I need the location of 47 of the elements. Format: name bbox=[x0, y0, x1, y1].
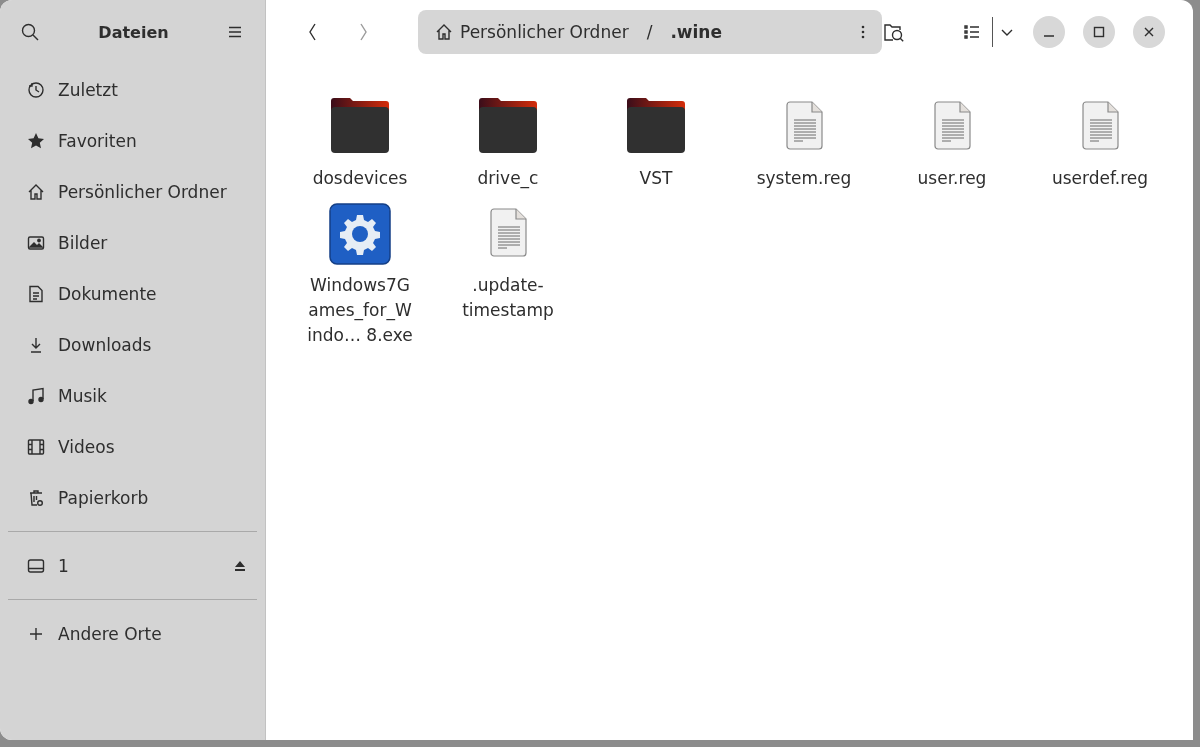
music-note-icon bbox=[26, 385, 46, 406]
file-name: drive_c bbox=[477, 167, 539, 191]
sidebar-item[interactable]: Favoriten bbox=[8, 115, 257, 166]
minimize-icon bbox=[1044, 35, 1054, 37]
file-name: .update- timestamp bbox=[462, 274, 554, 322]
sidebar-item[interactable]: Videos bbox=[8, 421, 257, 472]
close-button[interactable] bbox=[1133, 16, 1165, 48]
sidebar-item[interactable]: Bilder bbox=[8, 217, 257, 268]
sidebar-item[interactable]: Zuletzt bbox=[8, 64, 257, 115]
maximize-button[interactable] bbox=[1083, 16, 1115, 48]
other-locations-item[interactable]: Andere Orte bbox=[8, 608, 257, 659]
file-name: user.reg bbox=[917, 167, 987, 190]
path-segment[interactable]: Persönlicher Ordner bbox=[434, 22, 629, 42]
file-name: userdef.reg bbox=[1051, 167, 1149, 190]
document-icon bbox=[26, 283, 46, 304]
sidebar-item[interactable]: Persönlicher Ordner bbox=[8, 166, 257, 217]
file-name: dosdevices bbox=[312, 167, 408, 190]
file-name: system.reg bbox=[756, 167, 852, 190]
home-icon bbox=[434, 22, 454, 42]
path-segment[interactable]: .wine bbox=[670, 22, 722, 42]
file-name: Windows7G ames_for_W indo… 8.exe bbox=[307, 274, 413, 347]
list-view-icon[interactable] bbox=[962, 22, 982, 42]
sidebar-item[interactable]: Dokumente bbox=[8, 268, 257, 319]
file-item[interactable]: dosdevices bbox=[286, 94, 434, 191]
search-icon[interactable] bbox=[20, 22, 40, 42]
file-item[interactable]: VST bbox=[582, 94, 730, 191]
more-icon[interactable] bbox=[860, 24, 866, 40]
sidebar-item[interactable]: Papierkorb bbox=[8, 472, 257, 523]
file-item[interactable]: user.reg bbox=[878, 94, 1026, 191]
close-icon bbox=[1143, 26, 1155, 38]
sidebar-item[interactable]: Downloads bbox=[8, 319, 257, 370]
gear-icon bbox=[328, 201, 392, 265]
path-separator: / bbox=[646, 22, 653, 42]
sidebar-item[interactable]: Musik bbox=[8, 370, 257, 421]
film-icon bbox=[26, 436, 46, 457]
app-title: Dateien bbox=[98, 22, 169, 42]
file-item[interactable]: .update- timestamp bbox=[434, 201, 582, 348]
maximize-icon bbox=[1093, 26, 1105, 38]
file-item[interactable]: system.reg bbox=[730, 94, 878, 191]
menu-icon[interactable] bbox=[227, 24, 243, 40]
file-name: VST bbox=[639, 167, 673, 190]
path-bar[interactable]: Persönlicher Ordner / .wine bbox=[418, 10, 882, 54]
file-item[interactable]: Windows7G ames_for_W indo… 8.exe bbox=[286, 201, 434, 348]
clock-icon bbox=[26, 79, 46, 100]
sidebar-item[interactable]: 1 bbox=[8, 540, 257, 591]
file-item[interactable]: userdef.reg bbox=[1026, 94, 1174, 191]
file-item[interactable]: drive_c bbox=[434, 94, 582, 191]
